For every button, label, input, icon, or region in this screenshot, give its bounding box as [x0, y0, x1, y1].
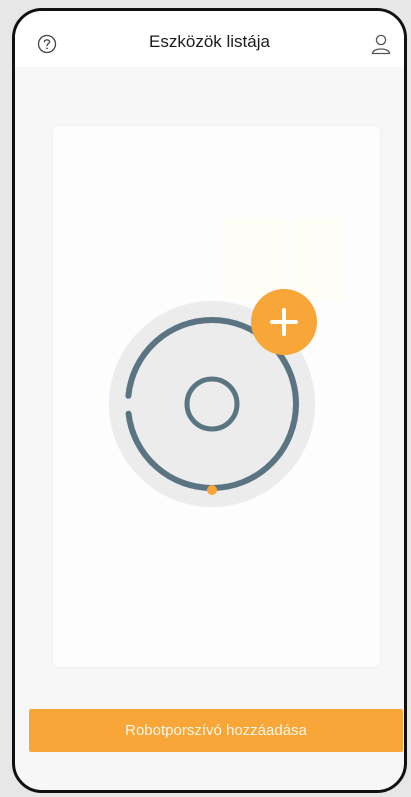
user-profile-button[interactable]	[368, 31, 394, 57]
device-card[interactable]	[53, 126, 380, 667]
add-device-badge[interactable]	[251, 289, 317, 355]
user-profile-icon	[371, 34, 391, 55]
app-header: Eszközök listája	[15, 11, 404, 67]
page-title: Eszközök listája	[149, 32, 270, 51]
plus-icon	[270, 308, 298, 336]
phone-frame: Eszközök listája Robotporszívó hozzáadás…	[12, 8, 407, 793]
robot-vacuum-illustration	[109, 218, 343, 507]
add-robot-vacuum-button[interactable]: Robotporszívó hozzáadása	[29, 709, 403, 752]
